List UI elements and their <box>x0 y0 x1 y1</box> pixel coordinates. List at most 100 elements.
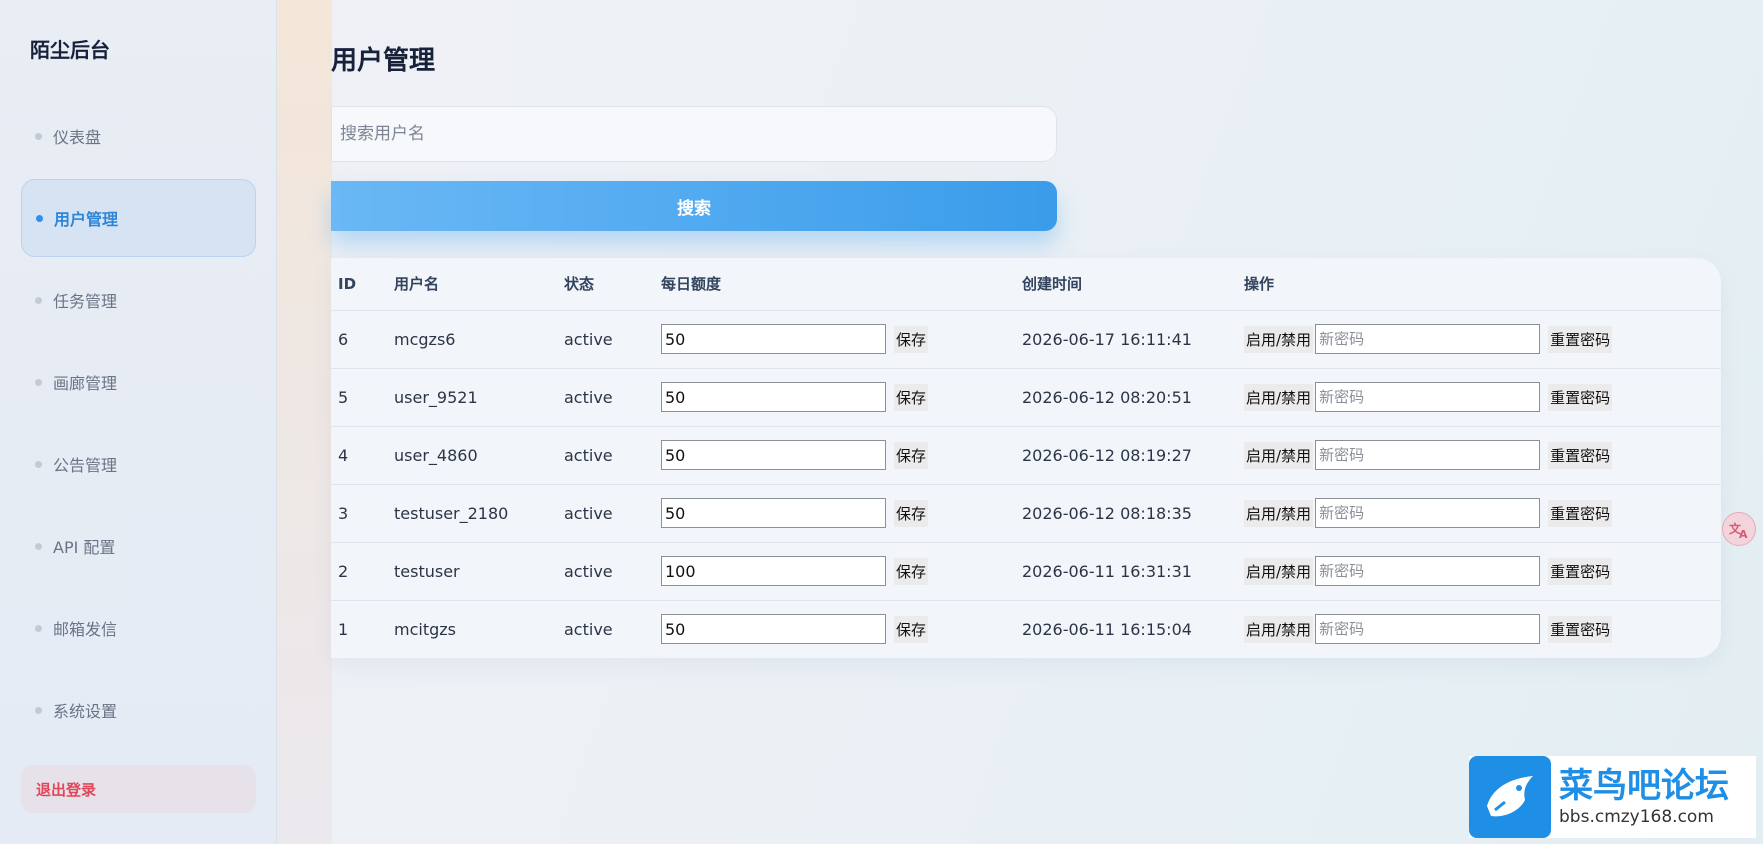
reset-password-button[interactable]: 重置密码 <box>1548 615 1613 643</box>
bullet-icon <box>35 296 42 304</box>
search-input[interactable] <box>331 106 1057 162</box>
new-password-input[interactable] <box>1315 324 1541 354</box>
save-quota-button[interactable]: 保存 <box>894 615 929 643</box>
bullet-icon <box>35 624 42 632</box>
quota-input[interactable] <box>661 498 886 528</box>
quota-input[interactable] <box>661 440 886 470</box>
cell-quota: 保存 <box>661 600 1022 658</box>
save-quota-button[interactable]: 保存 <box>894 383 929 411</box>
quota-input[interactable] <box>661 324 886 354</box>
toggle-status-button[interactable]: 启用/禁用 <box>1244 499 1314 527</box>
bullet-icon <box>36 214 43 222</box>
cell-quota: 保存 <box>661 368 1022 427</box>
logout-button[interactable]: 退出登录 <box>21 765 256 813</box>
column-header-username: 用户名 <box>394 258 564 311</box>
new-password-input[interactable] <box>1315 382 1541 412</box>
users-table-card: ID 用户名 状态 每日额度 创建时间 操作 6 mcgzs6 active 保… <box>331 258 1721 658</box>
toggle-status-button[interactable]: 启用/禁用 <box>1244 557 1314 585</box>
cell-actions: 启用/禁用 重置密码 <box>1244 484 1721 543</box>
sidebar-item-announcements[interactable]: 公告管理 <box>21 425 256 503</box>
toggle-status-button[interactable]: 启用/禁用 <box>1244 441 1314 469</box>
cell-quota: 保存 <box>661 542 1022 601</box>
cell-actions: 启用/禁用 重置密码 <box>1244 368 1721 427</box>
cell-quota: 保存 <box>661 484 1022 543</box>
cell-actions: 启用/禁用 重置密码 <box>1244 426 1721 485</box>
reset-password-button[interactable]: 重置密码 <box>1548 383 1613 411</box>
column-header-id: ID <box>331 258 394 311</box>
table-row: 3 testuser_2180 active 保存 2026-06-12 08:… <box>331 484 1721 543</box>
toggle-status-button[interactable]: 启用/禁用 <box>1244 383 1314 411</box>
save-quota-button[interactable]: 保存 <box>894 499 929 527</box>
watermark-title: 菜鸟吧论坛 <box>1559 766 1729 806</box>
sidebar-item-label: 系统设置 <box>53 702 118 721</box>
sidebar: 陌尘后台 仪表盘 用户管理 任务管理 画廊管理 公告管理 API 配置 邮箱发信… <box>0 0 277 844</box>
cell-username: user_4860 <box>394 426 564 485</box>
sidebar-item-label: 任务管理 <box>53 292 118 311</box>
table-row: 4 user_4860 active 保存 2026-06-12 08:19:2… <box>331 426 1721 485</box>
cell-username: testuser_2180 <box>394 484 564 543</box>
cell-status: active <box>564 368 661 427</box>
sidebar-item-dashboard[interactable]: 仪表盘 <box>21 97 256 175</box>
sidebar-item-label: 用户管理 <box>54 210 119 229</box>
reset-password-button[interactable]: 重置密码 <box>1548 325 1613 353</box>
cell-status: active <box>564 619 613 639</box>
cell-created: 2026-06-11 16:31:31 <box>1022 542 1244 601</box>
new-password-input[interactable] <box>1315 556 1541 586</box>
table-row: 2 testuser active 保存 2026-06-11 16:31:31… <box>331 542 1721 601</box>
quota-input[interactable] <box>661 556 886 586</box>
sidebar-item-api-config[interactable]: API 配置 <box>21 507 256 585</box>
translate-icon[interactable]: 文 A <box>1722 512 1756 546</box>
cell-actions: 启用/禁用 重置密码 <box>1244 542 1721 601</box>
column-header-actions: 操作 <box>1244 258 1721 311</box>
reset-password-button[interactable]: 重置密码 <box>1548 441 1613 469</box>
cell-status: active <box>564 310 661 369</box>
save-quota-button[interactable]: 保存 <box>894 441 929 469</box>
quota-input[interactable] <box>661 382 886 412</box>
reset-password-button[interactable]: 重置密码 <box>1548 499 1613 527</box>
save-quota-button[interactable]: 保存 <box>894 557 929 585</box>
column-header-quota: 每日额度 <box>661 258 1022 311</box>
cell-status: active <box>564 426 661 485</box>
sidebar-item-settings[interactable]: 系统设置 <box>21 671 256 749</box>
cell-actions: 启用/禁用 重置密码 <box>1244 310 1721 369</box>
table-header-row: ID 用户名 状态 每日额度 创建时间 操作 <box>331 258 1721 311</box>
bullet-icon <box>35 378 42 386</box>
search-button[interactable]: 搜索 <box>331 181 1057 231</box>
sidebar-item-label: API 配置 <box>53 538 116 557</box>
save-quota-button[interactable]: 保存 <box>894 325 929 353</box>
decorative-glow <box>277 0 332 844</box>
cell-actions: 启用/禁用 重置密码 <box>1244 600 1721 658</box>
sidebar-item-users[interactable]: 用户管理 <box>21 179 256 257</box>
sidebar-item-label: 邮箱发信 <box>53 620 118 639</box>
cell-username: testuser <box>394 542 564 601</box>
reset-password-button[interactable]: 重置密码 <box>1548 557 1613 585</box>
cell-id: 4 <box>331 426 394 485</box>
translate-glyph-icon: 文 A <box>1729 521 1748 540</box>
cell-id: 5 <box>331 368 394 427</box>
cell-created: 2026-06-12 08:20:51 <box>1022 368 1244 427</box>
column-header-created: 创建时间 <box>1022 258 1244 311</box>
cell-quota: 保存 <box>661 310 1022 369</box>
new-password-input[interactable] <box>1315 614 1541 645</box>
users-table: ID 用户名 状态 每日额度 创建时间 操作 6 mcgzs6 active 保… <box>331 258 1721 658</box>
cell-status: active <box>564 484 661 543</box>
column-header-status: 状态 <box>564 258 661 311</box>
bird-logo-icon <box>1469 756 1551 838</box>
cell-id: 6 <box>331 310 394 369</box>
cell-status: active <box>564 542 661 601</box>
sidebar-item-gallery[interactable]: 画廊管理 <box>21 343 256 421</box>
new-password-input[interactable] <box>1315 498 1541 528</box>
quota-input[interactable] <box>661 614 886 645</box>
toggle-status-button[interactable]: 启用/禁用 <box>1244 615 1314 643</box>
main-content: 用户管理 搜索 ID 用户名 状态 每日额度 创建时间 操作 6 mcgzs6 … <box>331 0 1763 844</box>
cell-created: 2026-06-11 16:15:04 <box>1022 619 1192 639</box>
watermark-url: bbs.cmzy168.com <box>1559 807 1714 827</box>
cell-username: user_9521 <box>394 368 564 427</box>
sidebar-item-email[interactable]: 邮箱发信 <box>21 589 256 667</box>
cell-created: 2026-06-12 08:19:27 <box>1022 426 1244 485</box>
sidebar-item-tasks[interactable]: 任务管理 <box>21 261 256 339</box>
cell-created: 2026-06-17 16:11:41 <box>1022 310 1244 369</box>
toggle-status-button[interactable]: 启用/禁用 <box>1244 325 1314 353</box>
cell-id: 2 <box>331 542 394 601</box>
new-password-input[interactable] <box>1315 440 1541 470</box>
